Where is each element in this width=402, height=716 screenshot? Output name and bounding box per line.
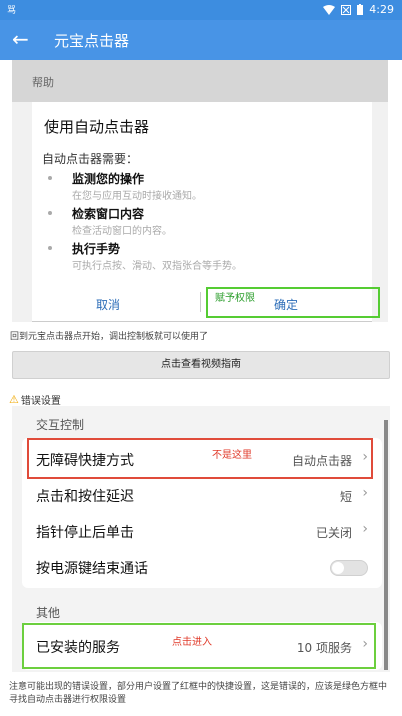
wrong-highlight-box (27, 438, 373, 479)
footer-note: 注意可能出现的错误设置，部分用户设置了红框中的快捷设置，这是错误的，应该是绿色方… (9, 682, 388, 705)
permission-desc: 在您与应用互动时接收通知。 (72, 191, 202, 202)
row-value: 短 (339, 490, 352, 504)
arrow-left-icon[interactable]: ← (12, 29, 29, 49)
status-bar: 骂 4:29 (0, 0, 402, 20)
row-touch-hold-delay[interactable]: 点击和按住延迟 短 › (36, 480, 376, 510)
cancel-button[interactable]: 取消 (96, 296, 120, 313)
instruction-text: 回到元宝点击器点开始，调出控制板就可以使用了 (10, 332, 209, 342)
status-time: 4:29 (369, 3, 394, 16)
chevron-right-icon: › (362, 521, 368, 537)
row-dwell-click[interactable]: 指针停止后单击 已关闭 › (36, 516, 376, 546)
section-interaction-heading: 交互控制 (36, 418, 85, 432)
section-other-heading: 其他 (36, 606, 61, 620)
wifi-icon (323, 4, 336, 15)
app-bar: ← 元宝点击器 (0, 20, 402, 60)
status-left-text: 骂 (7, 6, 17, 16)
wrong-annotation: 不是这里 (212, 450, 252, 461)
no-signal-icon (341, 4, 352, 15)
power-ends-call-toggle[interactable] (330, 560, 368, 576)
help-screenshot: 帮助 使用自动点击器 自动点击器需要： 监测您的操作 在您与应用互动时接收通知。… (12, 60, 388, 322)
enter-annotation: 点击进入 (172, 637, 212, 648)
warning-icon: ⚠ (9, 393, 19, 406)
help-header-label: 帮助 (32, 76, 54, 89)
video-guide-button[interactable]: 点击查看视频指南 (12, 351, 390, 379)
app-title: 元宝点击器 (54, 32, 130, 50)
scrollbar[interactable] (384, 420, 388, 670)
row-label: 点击和按住延迟 (36, 489, 134, 505)
permission-title: 检索窗口内容 (72, 207, 145, 221)
permission-desc: 可执行点按、滑动、双指张合等手势。 (72, 261, 242, 272)
chevron-right-icon: › (362, 485, 368, 501)
battery-icon (357, 4, 364, 15)
bullet-icon (48, 176, 52, 180)
dialog-title: 使用自动点击器 (44, 118, 150, 136)
warning-line: ⚠ 错误设置 (9, 392, 61, 407)
toggle-knob (332, 562, 344, 574)
permission-title: 监测您的操作 (72, 172, 145, 186)
bullet-icon (48, 246, 52, 250)
help-header: 帮助 (12, 60, 388, 102)
grant-annotation: 赋予权限 (215, 293, 255, 304)
row-power-ends-call[interactable]: 按电源键结束通话 (36, 552, 376, 582)
status-right: 4:29 (323, 3, 394, 16)
row-label: 指针停止后单击 (36, 525, 134, 541)
button-divider (200, 292, 201, 312)
row-label: 按电源键结束通话 (36, 561, 148, 577)
permission-desc: 检查活动窗口的内容。 (72, 226, 172, 237)
warning-label: 错误设置 (20, 396, 61, 407)
row-value: 已关闭 (315, 526, 352, 540)
bullet-icon (48, 211, 52, 215)
permission-title: 执行手势 (72, 242, 121, 256)
dialog-subtitle: 自动点击器需要： (42, 152, 139, 166)
